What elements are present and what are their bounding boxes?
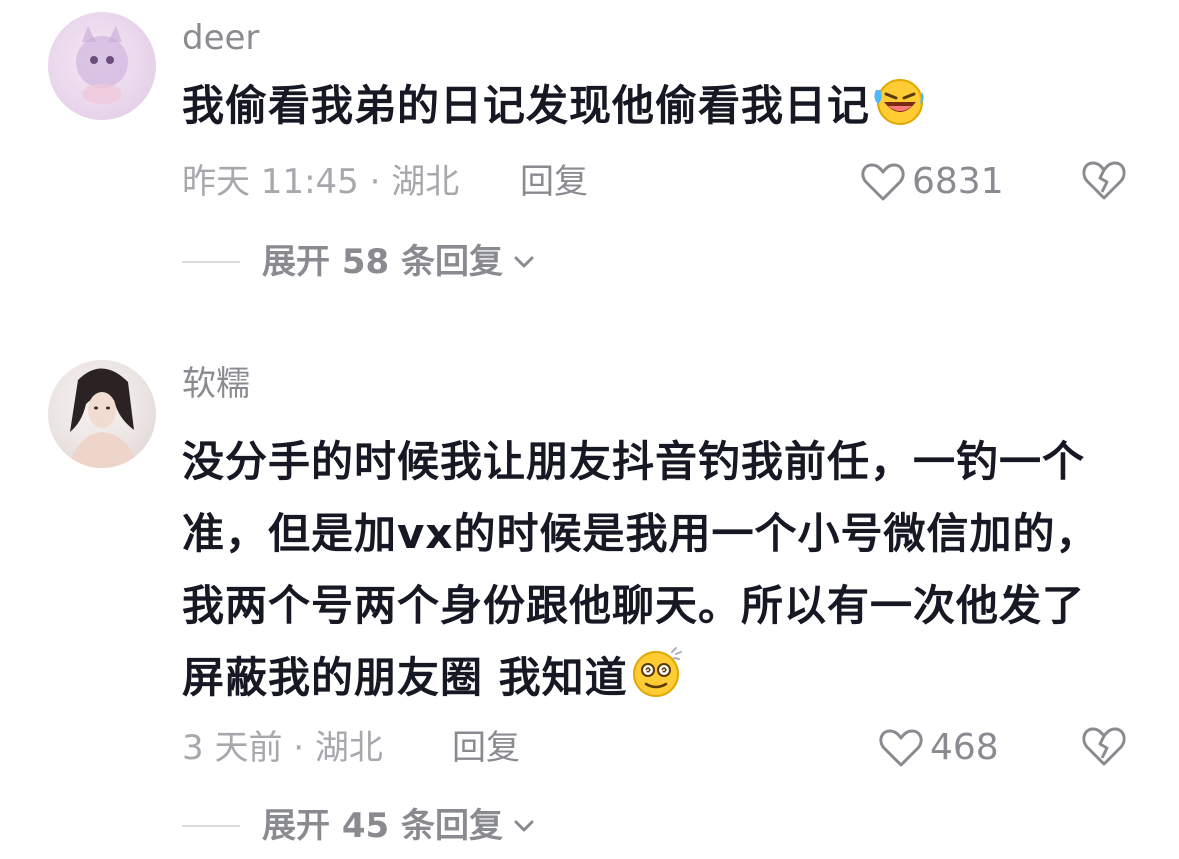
comment-username[interactable]: deer	[182, 18, 259, 58]
like-button[interactable]: 468	[878, 724, 999, 772]
like-count: 468	[930, 727, 999, 768]
laughing-crying-emoji-icon	[870, 72, 926, 128]
avatar-cat-illustration	[76, 26, 128, 104]
reply-button[interactable]: 回复	[520, 162, 588, 202]
expand-replies[interactable]: 展开 45 条回复	[182, 802, 539, 850]
dizzy-smile-emoji-icon	[628, 644, 684, 700]
broken-heart-icon	[1082, 161, 1126, 200]
expand-replies-label: 展开 45 条回复	[262, 806, 503, 846]
comment-meta: 昨天 11:45 · 湖北	[182, 162, 460, 202]
heart-outline-icon	[861, 163, 905, 201]
avatar[interactable]	[48, 12, 156, 120]
expand-replies-label: 展开 58 条回复	[262, 242, 503, 282]
expand-replies[interactable]: 展开 58 条回复	[182, 238, 539, 286]
comment-meta: 3 天前 · 湖北	[182, 728, 383, 768]
comment-username[interactable]: 软糯	[182, 364, 250, 404]
dislike-button[interactable]	[1080, 158, 1128, 206]
reply-button[interactable]: 回复	[452, 728, 520, 768]
comment-text: 没分手的时候我让朋友抖音钓我前任，一钓一个准，但是加vx的时候是我用一个小号微信…	[182, 426, 1102, 714]
avatar[interactable]	[48, 360, 156, 468]
like-button[interactable]: 6831	[860, 158, 1004, 206]
chevron-down-icon	[514, 256, 534, 268]
comment-text-body: 我偷看我弟的日记发现他偷看我日记	[182, 81, 871, 130]
like-count: 6831	[912, 161, 1004, 202]
divider	[182, 825, 240, 827]
comment-text: 我偷看我弟的日记发现他偷看我日记	[182, 70, 1102, 142]
dislike-button[interactable]	[1080, 724, 1128, 772]
avatar-portrait	[68, 368, 140, 468]
divider	[182, 261, 240, 263]
chevron-down-icon	[514, 820, 534, 832]
heart-outline-icon	[879, 729, 923, 767]
broken-heart-icon	[1082, 727, 1126, 766]
